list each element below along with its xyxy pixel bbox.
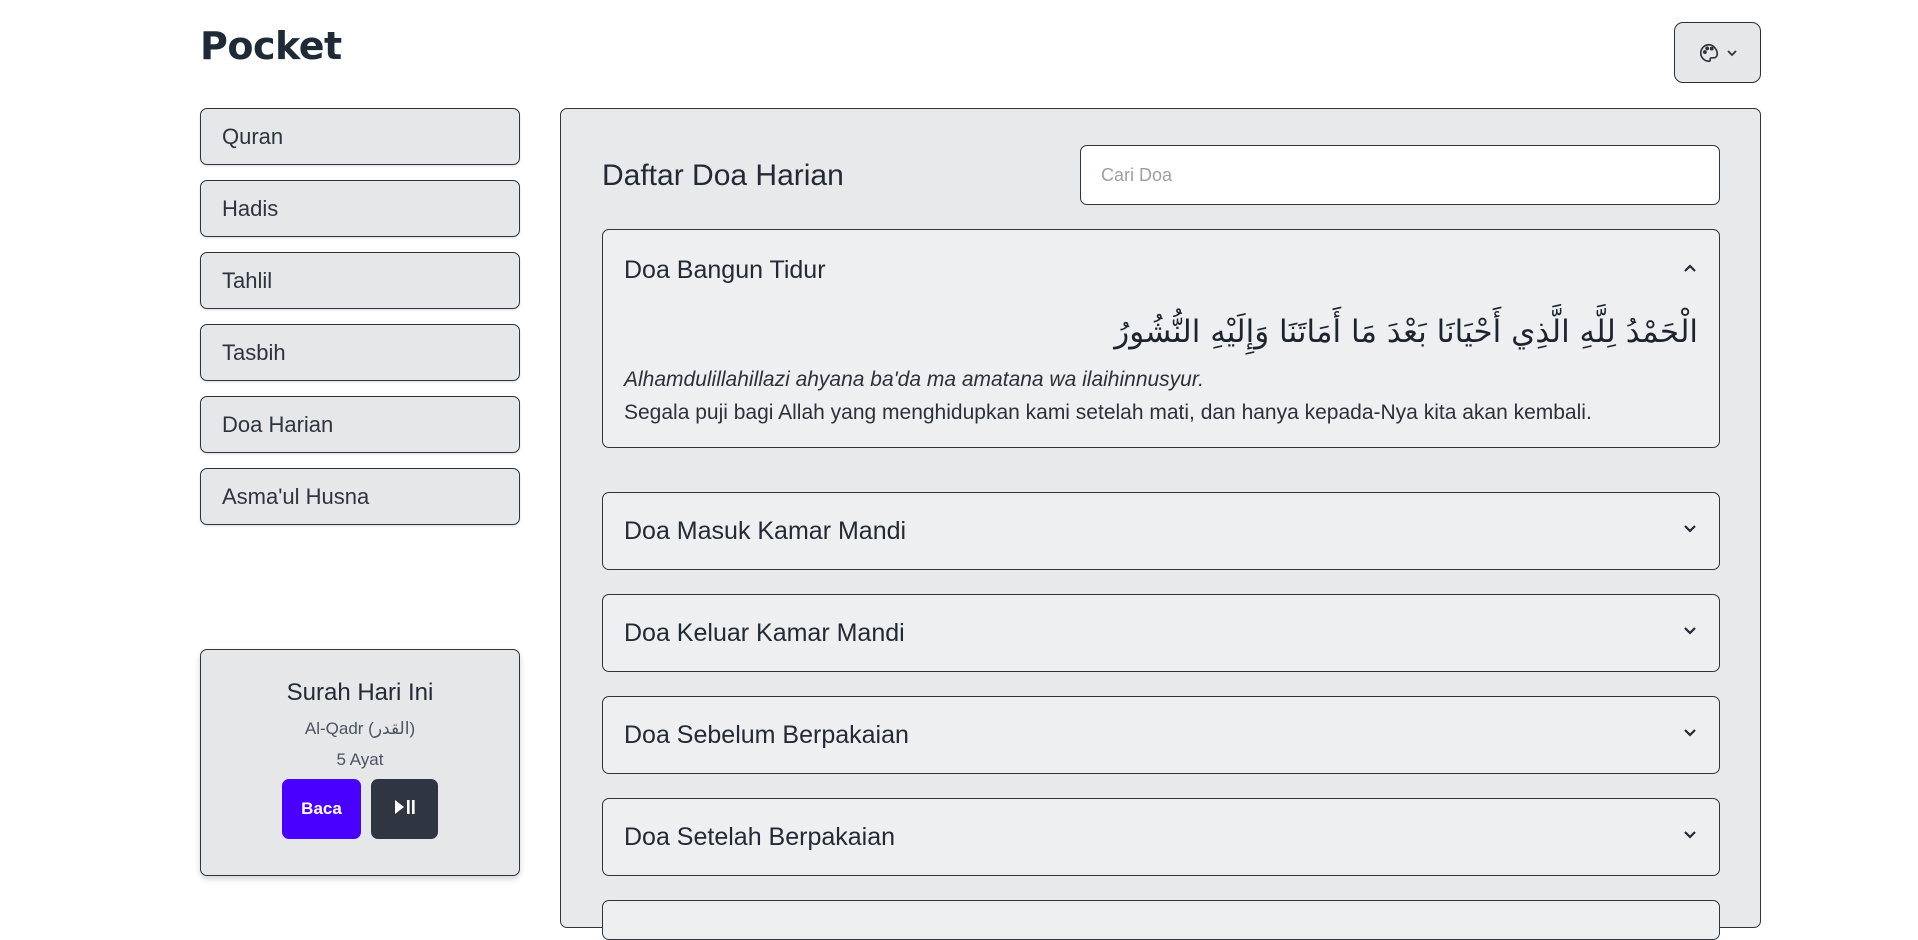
doa-latin-text: Alhamdulillahillazi ahyana ba'da ma amat… (624, 368, 1204, 391)
app-title: Pocket (200, 24, 342, 68)
doa-title: Doa Bangun Tidur (624, 255, 826, 284)
doa-meaning-text: Segala puji bagi Allah yang menghidupkan… (624, 401, 1592, 424)
chevron-down-icon (1682, 827, 1698, 848)
palette-icon (1698, 42, 1720, 64)
accordion-item: Doa Bangun Tidur الْحَمْدُ لِلَّهِ الَّذ… (602, 229, 1720, 448)
doa-title: Doa Masuk Kamar Mandi (624, 516, 907, 545)
page-title: Daftar Doa Harian (602, 159, 844, 192)
doa-arabic-text: الْحَمْدُ لِلَّهِ الَّذِي أَحْيَانَا بَع… (1114, 314, 1698, 350)
accordion-item: Doa Sebelum Berpakaian (602, 696, 1720, 774)
accordion-item[interactable] (602, 900, 1720, 940)
chevron-down-icon (1726, 47, 1738, 59)
chevron-down-icon (1682, 623, 1698, 644)
sidebar-item-tahlil[interactable]: Tahlil (200, 252, 520, 309)
surah-ayat-count: 5 Ayat (336, 750, 384, 769)
play-pause-icon (393, 798, 417, 821)
chevron-up-icon (1682, 260, 1698, 281)
accordion-header[interactable]: Doa Bangun Tidur (603, 230, 1719, 310)
chevron-down-icon (1682, 521, 1698, 542)
accordion-header[interactable]: Doa Sebelum Berpakaian (603, 697, 1719, 773)
accordion-item: Doa Masuk Kamar Mandi (602, 492, 1720, 570)
search-input[interactable] (1080, 145, 1720, 205)
sidebar-item-doa-harian[interactable]: Doa Harian (200, 396, 520, 453)
accordion-content: الْحَمْدُ لِلَّهِ الَّذِي أَحْيَانَا بَع… (603, 310, 1719, 447)
sidebar-item-quran[interactable]: Quran (200, 108, 520, 165)
theme-switcher-button[interactable] (1674, 22, 1761, 83)
doa-title: Doa Keluar Kamar Mandi (624, 618, 905, 647)
surah-of-the-day-card: Surah Hari Ini Al-Qadr (القدر) 5 Ayat Ba… (200, 649, 520, 876)
accordion-header[interactable]: Doa Masuk Kamar Mandi (603, 493, 1719, 569)
sidebar-item-tasbih[interactable]: Tasbih (200, 324, 520, 381)
accordion-header[interactable]: Doa Setelah Berpakaian (603, 799, 1719, 875)
doa-title: Doa Sebelum Berpakaian (624, 720, 909, 749)
doa-title: Doa Setelah Berpakaian (624, 822, 896, 851)
accordion-item: Doa Keluar Kamar Mandi (602, 594, 1720, 672)
sidebar-item-hadis[interactable]: Hadis (200, 180, 520, 237)
read-surah-button[interactable]: Baca (282, 779, 361, 839)
sidebar-item-asmaul-husna[interactable]: Asma'ul Husna (200, 468, 520, 525)
play-pause-button[interactable] (371, 779, 438, 839)
doa-harian-panel: Daftar Doa Harian Doa Bangun Tidur الْحَ… (560, 108, 1761, 940)
sidebar: Quran Hadis Tahlil Tasbih Doa Harian Asm… (200, 108, 520, 540)
chevron-down-icon (1682, 725, 1698, 746)
surah-name: Al-Qadr (القدر) (304, 719, 416, 738)
accordion-header[interactable]: Doa Keluar Kamar Mandi (603, 595, 1719, 671)
accordion-item: Doa Setelah Berpakaian (602, 798, 1720, 876)
surah-card-heading: Surah Hari Ini (286, 679, 434, 706)
